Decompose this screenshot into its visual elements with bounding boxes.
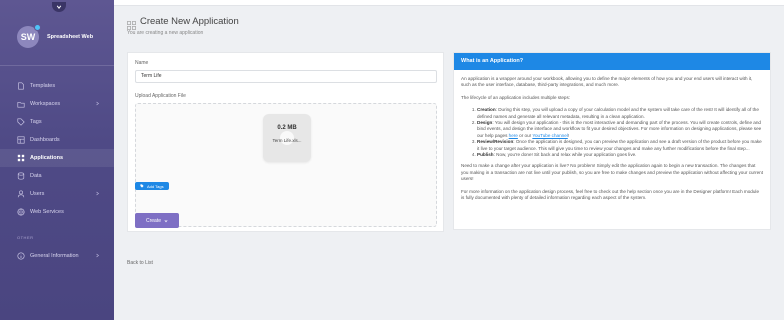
info-change-text: Need to make a change after your applica… [461, 163, 763, 182]
dashboard-icon [17, 136, 25, 144]
sidebar-nav-other: General Information [0, 247, 114, 265]
sidebar-item-applications[interactable]: Applications [0, 149, 114, 167]
sidebar-divider [0, 65, 114, 66]
sidebar-item-general-information[interactable]: General Information [0, 247, 114, 265]
chevron-down-icon [164, 219, 168, 222]
file-preview[interactable]: 0.2 MB Term Life.xls... [263, 114, 311, 162]
database-icon [17, 172, 25, 180]
add-tags-button[interactable]: Add Tags [135, 182, 169, 190]
grid-icon [17, 154, 25, 162]
page-header: Create New Application [127, 16, 239, 30]
top-bar [114, 0, 784, 6]
brand[interactable]: SW Spreadsheet Web [17, 24, 94, 48]
chevron-right-icon [96, 191, 99, 196]
file-size: 0.2 MB [277, 125, 297, 131]
info-lifecycle-intro: The lifecycle of an application includes… [461, 94, 571, 100]
info-intro: An application is a wrapper around your … [461, 76, 753, 88]
list-item: Review/Revision: Once the application is… [477, 139, 763, 152]
info-icon [17, 252, 25, 260]
globe-icon [17, 208, 25, 216]
sidebar-toggle[interactable] [52, 2, 66, 12]
sidebar: SW Spreadsheet Web Templates Workspaces … [0, 0, 114, 320]
list-item: Publish: Now, you're done! Sit back and … [477, 152, 763, 158]
tag-icon [17, 118, 25, 126]
sidebar-item-tags[interactable]: Tags [0, 113, 114, 131]
sidebar-section-other: OTHER [17, 235, 34, 240]
tag-icon [140, 184, 144, 188]
name-label: Name [135, 60, 149, 66]
grid-icon [127, 17, 136, 30]
sidebar-item-web-services[interactable]: Web Services [0, 203, 114, 221]
file-icon [17, 82, 25, 90]
avatar: SW [17, 24, 41, 48]
page-title: Create New Application [140, 16, 239, 27]
page-subtitle: You are creating a new application [127, 30, 204, 36]
help-link[interactable]: here [509, 133, 518, 138]
sidebar-item-dashboards[interactable]: Dashboards [0, 131, 114, 149]
file-dropzone[interactable]: 0.2 MB Term Life.xls... [135, 103, 437, 227]
info-panel-body: An application is a wrapper around your … [454, 70, 770, 202]
sidebar-item-users[interactable]: Users [0, 185, 114, 203]
lifecycle-steps: Creation: During this step, you will upl… [461, 107, 763, 158]
info-panel-title: What is an Application? [454, 53, 770, 70]
file-name: Term Life.xls... [272, 138, 302, 143]
list-item: Design: You will design your application… [477, 120, 763, 139]
upload-label: Upload Application File [135, 93, 186, 99]
folder-icon [17, 100, 25, 108]
create-application-form: Name Term Life Upload Application File 0… [127, 52, 444, 232]
info-panel: What is an Application? An application i… [453, 52, 771, 230]
users-icon [17, 190, 25, 198]
back-to-list-link[interactable]: Back to List [127, 260, 153, 266]
chevron-down-icon [56, 5, 62, 9]
sidebar-item-templates[interactable]: Templates [0, 77, 114, 95]
name-input[interactable]: Term Life [135, 70, 437, 83]
chevron-right-icon [96, 101, 99, 106]
list-item: Creation: During this step, you will upl… [477, 107, 763, 120]
youtube-link[interactable]: YouTube channel [532, 133, 567, 138]
create-button[interactable]: Create [135, 213, 179, 228]
chevron-right-icon [96, 253, 99, 258]
sidebar-nav: Templates Workspaces Tags Dashboards App… [0, 77, 114, 221]
sidebar-item-data[interactable]: Data [0, 167, 114, 185]
brand-name: Spreadsheet Web [47, 34, 94, 40]
sidebar-item-workspaces[interactable]: Workspaces [0, 95, 114, 113]
status-dot [34, 24, 41, 31]
info-more-text: For more information on the application … [461, 188, 759, 201]
